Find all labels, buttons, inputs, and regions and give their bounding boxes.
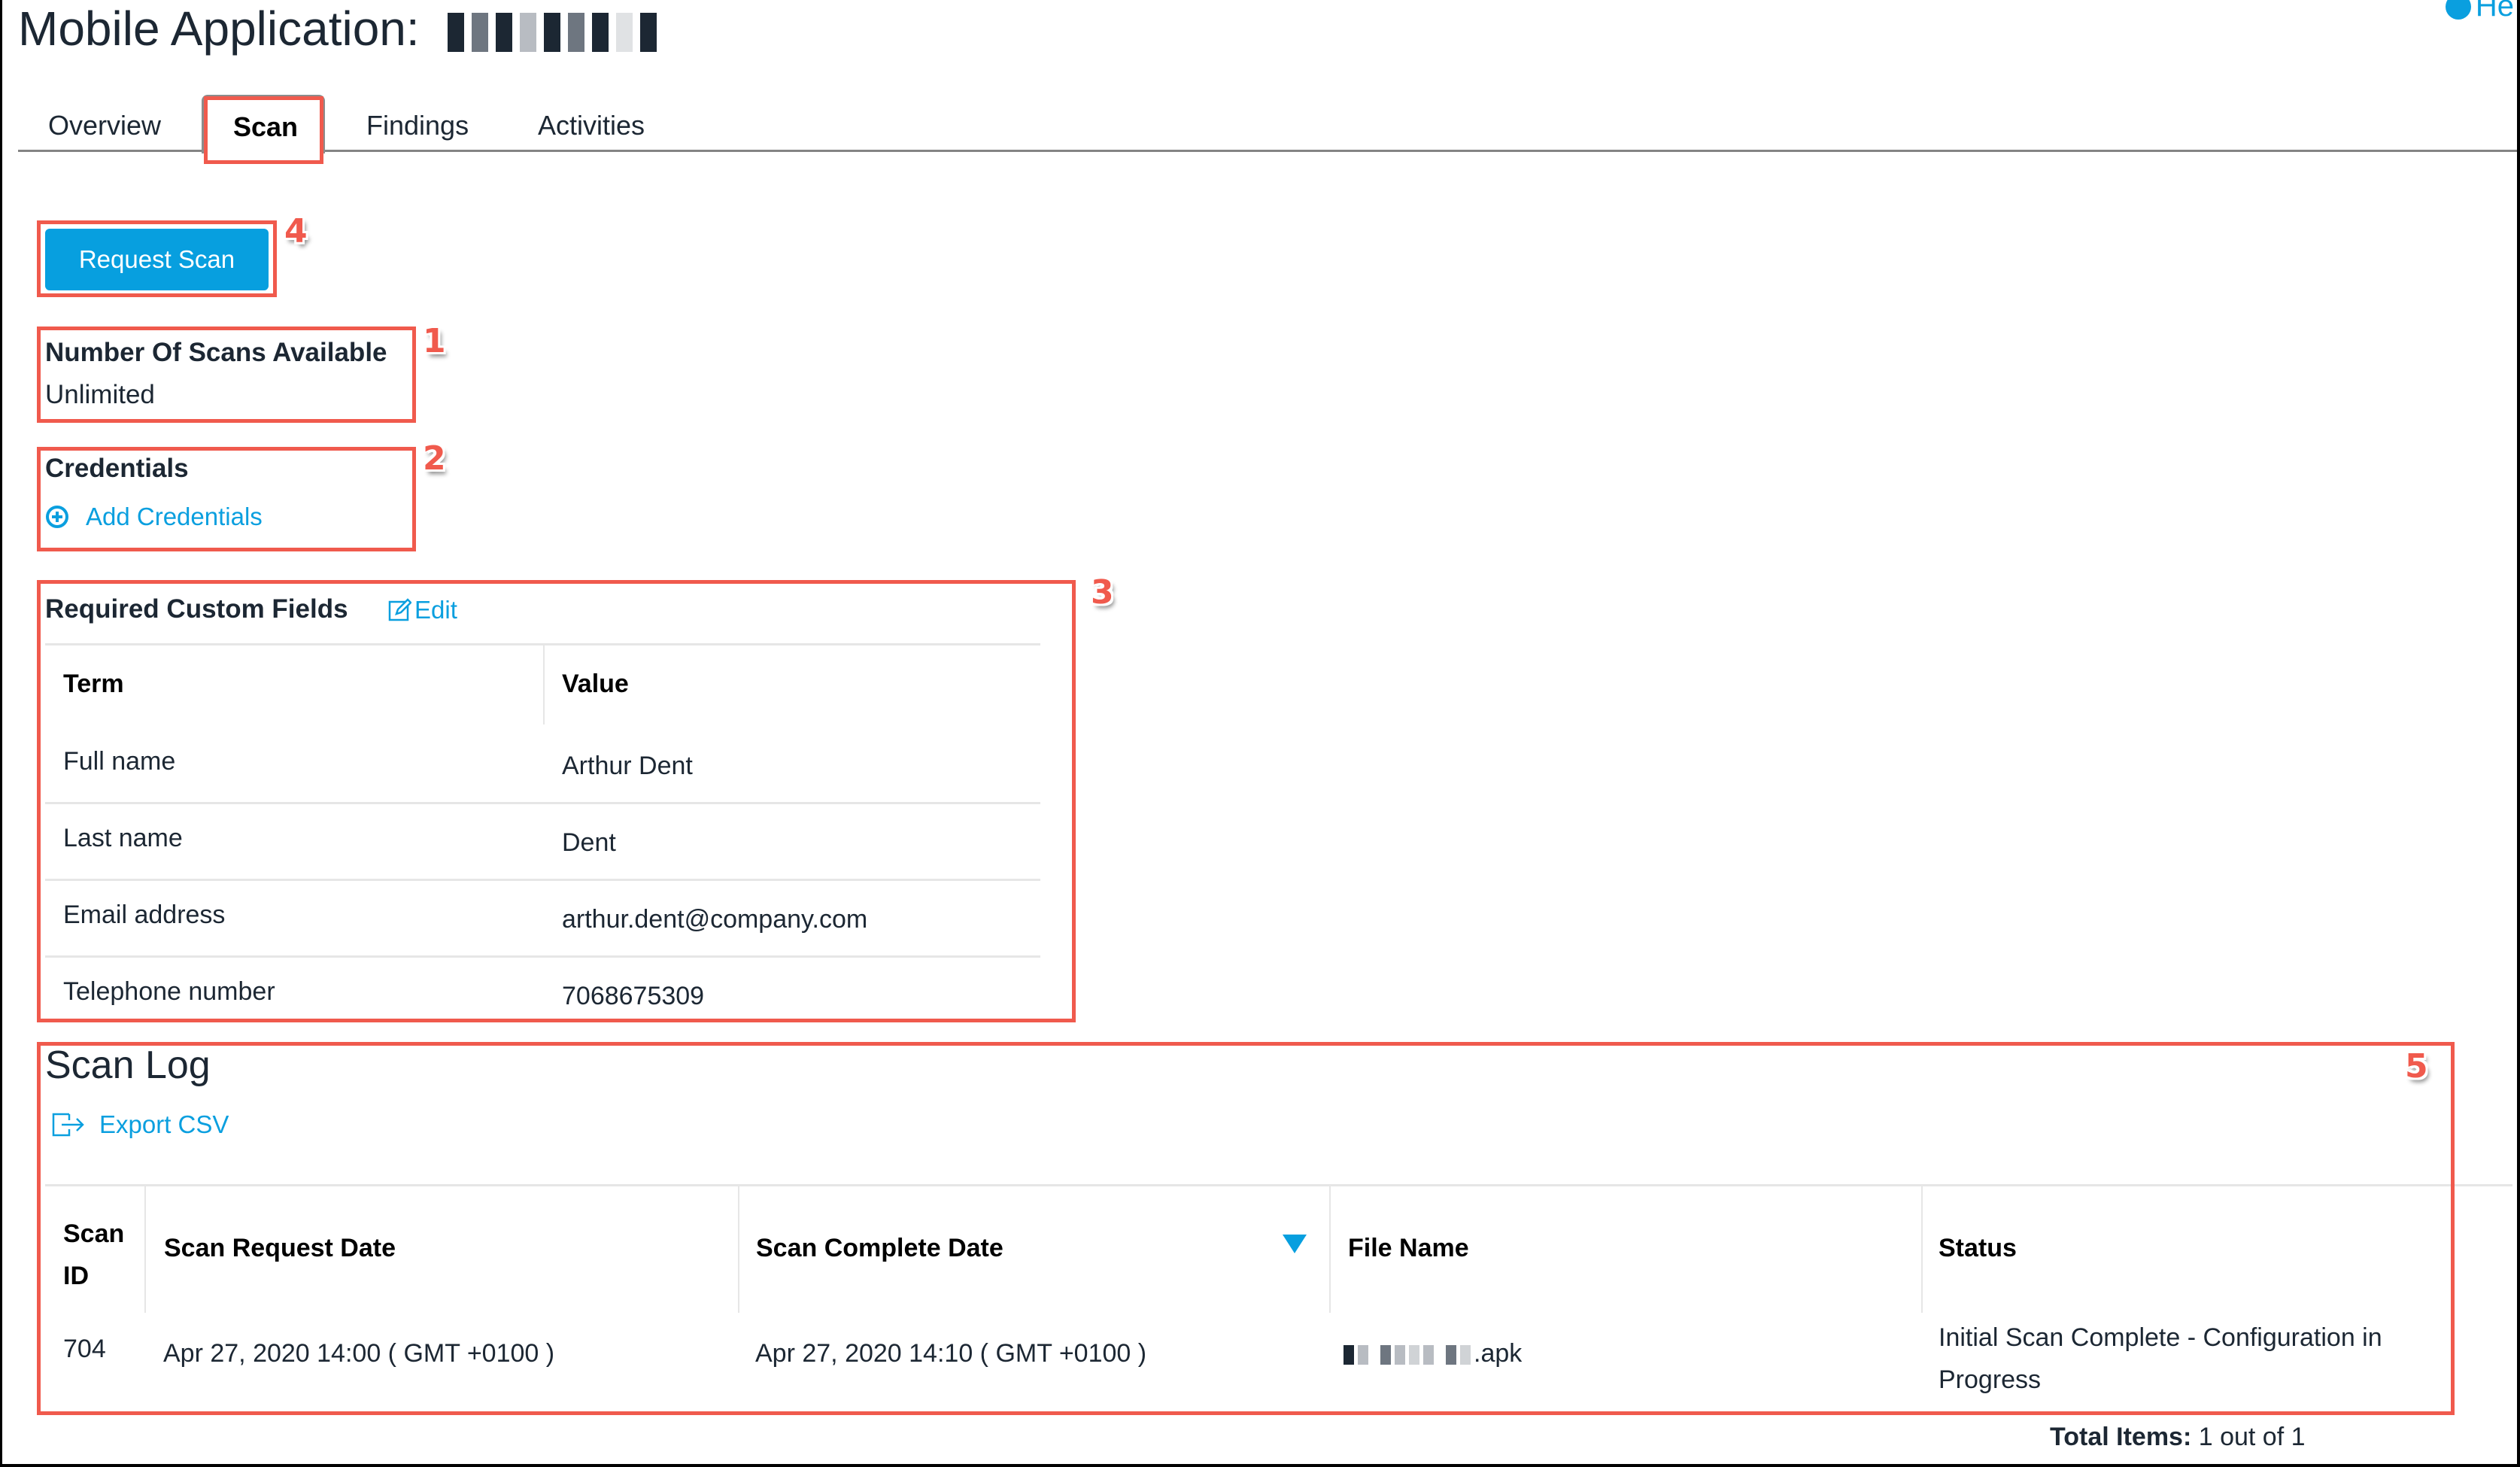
tab-findings[interactable]: Findings — [366, 110, 469, 141]
annotation-box-4 — [37, 220, 277, 297]
total-items: Total Items: 1 out of 1 — [2050, 1423, 2306, 1452]
tabs-divider — [18, 150, 2517, 152]
redacted-app-name — [448, 13, 657, 53]
annotation-number-3: 3 — [1091, 573, 1114, 612]
tab-activities[interactable]: Activities — [538, 110, 645, 141]
annotation-number-5: 5 — [2405, 1047, 2428, 1086]
page-title: Mobile Application: — [18, 0, 657, 57]
annotation-box-scan-tab — [204, 96, 323, 164]
annotation-number-1: 1 — [423, 322, 446, 360]
total-items-label: Total Items: — [2050, 1423, 2192, 1451]
annotation-number-2: 2 — [423, 439, 446, 478]
total-items-value: 1 out of 1 — [2198, 1423, 2306, 1451]
help-link[interactable]: He — [2445, 0, 2514, 23]
tab-overview[interactable]: Overview — [48, 110, 161, 141]
annotation-box-1 — [37, 327, 416, 423]
page-title-text: Mobile Application: — [18, 2, 420, 56]
help-icon — [2445, 0, 2471, 20]
annotation-number-4: 4 — [284, 212, 308, 251]
annotation-box-3 — [37, 580, 1076, 1022]
annotation-box-5 — [37, 1042, 2455, 1415]
annotation-box-2 — [37, 447, 416, 551]
help-label: He — [2475, 0, 2514, 23]
